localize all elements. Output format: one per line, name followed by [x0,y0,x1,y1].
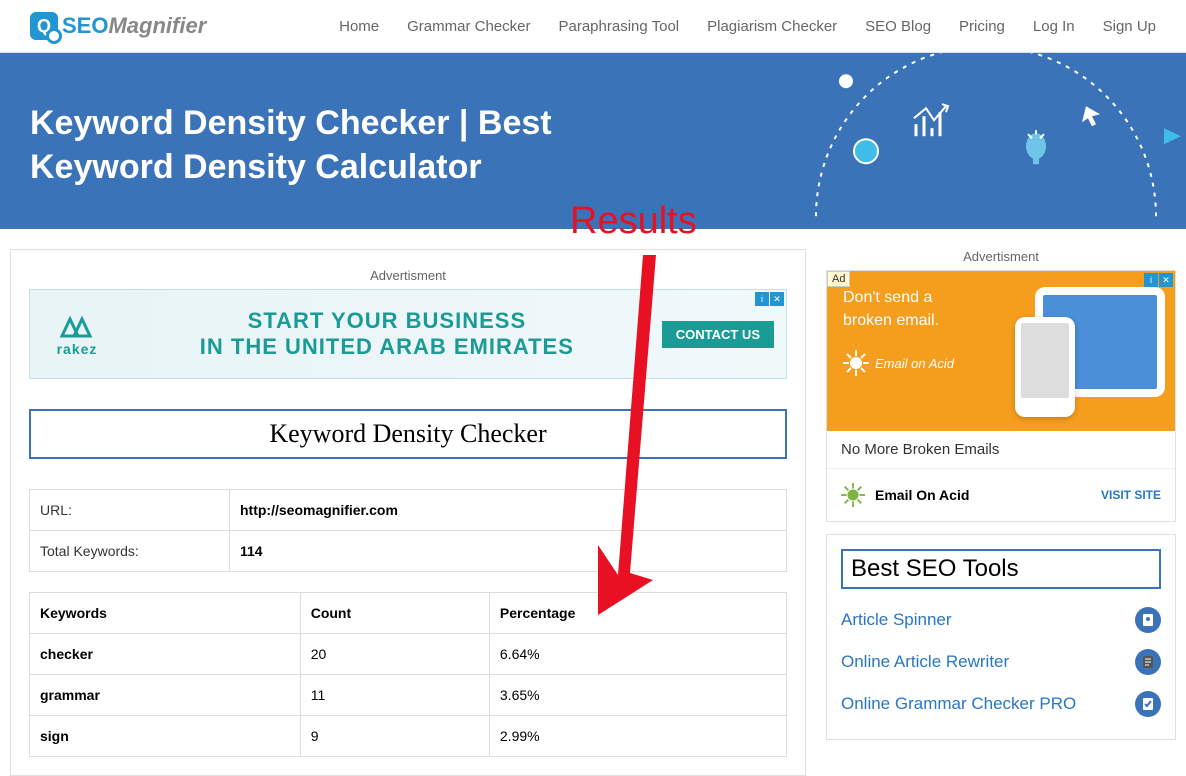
nav-pricing[interactable]: Pricing [959,18,1005,35]
info-row-url: URL: http://seomagnifier.com [30,490,787,531]
col-keywords: Keywords [30,593,301,634]
cell-keyword: checker [30,634,301,675]
tool-link-label: Online Article Rewriter [841,652,1009,672]
logo-seo: SEO [62,13,108,38]
page-title: Keyword Density Checker | Best Keyword D… [30,101,630,189]
table-row: grammar 11 3.65% [30,675,787,716]
cell-percentage: 6.64% [489,634,786,675]
ad-close-icon[interactable]: ✕ [1159,273,1173,287]
ad-brand-inline: Email on Acid [875,356,954,371]
cell-keyword: grammar [30,675,301,716]
cell-percentage: 3.65% [489,675,786,716]
tool-title: Keyword Density Checker [29,409,787,459]
sidebar-ad-headline: Don't send a broken email. [843,287,973,332]
col-percentage: Percentage [489,593,786,634]
main-nav: Home Grammar Checker Paraphrasing Tool P… [339,18,1156,35]
tool-link-label: Online Grammar Checker PRO [841,694,1076,714]
phone-mockup [1015,317,1075,417]
tools-box: Best SEO Tools Article Spinner Online Ar… [826,534,1176,740]
tool-icon [1135,607,1161,633]
tool-link-article-rewriter[interactable]: Online Article Rewriter [841,641,1161,683]
sidebar-ad-brand: Email On Acid [875,487,969,503]
tool-link-grammar-checker[interactable]: Online Grammar Checker PRO [841,683,1161,725]
nav-signup[interactable]: Sign Up [1103,18,1156,35]
device-mockup [1015,287,1165,417]
results-table: Keywords Count Percentage checker 20 6.6… [29,592,787,757]
ad-badge: Ad [827,271,850,287]
tool-icon [1135,649,1161,675]
info-row-total: Total Keywords: 114 [30,531,787,572]
tools-title: Best SEO Tools [841,549,1161,589]
ad-label: Advertisment [29,268,787,283]
nav-seo-blog[interactable]: SEO Blog [865,18,931,35]
rakez-icon [52,311,102,341]
content-area: Advertisment rakez START YOUR BUSINESS I… [0,229,1186,776]
green-splat-icon [841,483,865,507]
table-row: sign 9 2.99% [30,716,787,757]
sidebar-ad-footer: Email On Acid VISIT SITE [827,468,1175,521]
info-value: http://seomagnifier.com [230,490,787,531]
ad-info-icon[interactable]: i [755,292,769,306]
tool-link-label: Article Spinner [841,610,952,630]
splat-icon [843,350,869,376]
ad-close-icon[interactable]: ✕ [770,292,784,306]
nav-plagiarism-checker[interactable]: Plagiarism Checker [707,18,837,35]
cell-count: 9 [300,716,489,757]
ad-banner[interactable]: rakez START YOUR BUSINESS IN THE UNITED … [29,289,787,379]
nav-grammar-checker[interactable]: Grammar Checker [407,18,530,35]
sidebar-ad-creative: Ad i ✕ Don't send a broken email. [827,271,1175,431]
logo-text: SEOMagnifier [62,13,206,39]
sidebar-ad[interactable]: Ad i ✕ Don't send a broken email. [826,270,1176,522]
info-table: URL: http://seomagnifier.com Total Keywo… [29,489,787,572]
nav-home[interactable]: Home [339,18,379,35]
sidebar-ad-brand-row: Email On Acid [841,483,969,507]
visit-site-link[interactable]: VISIT SITE [1101,488,1161,502]
info-value: 114 [230,531,787,572]
nav-paraphrasing-tool[interactable]: Paraphrasing Tool [558,18,679,35]
ad-banner-logo: rakez [42,311,112,357]
tool-icon [1135,691,1161,717]
logo-icon: Q [30,12,58,40]
ad-brand-text: rakez [57,341,98,357]
sidebar-ad-title: No More Broken Emails [827,431,1175,468]
header: Q SEOMagnifier Home Grammar Checker Para… [0,0,1186,53]
table-row: checker 20 6.64% [30,634,787,675]
logo-magnifier: Magnifier [108,13,206,38]
ad-banner-line2: IN THE UNITED ARAB EMIRATES [112,334,662,360]
ad-banner-line1: START YOUR BUSINESS [112,308,662,334]
hero-banner: Keyword Density Checker | Best Keyword D… [0,53,1186,229]
info-label: URL: [30,490,230,531]
logo[interactable]: Q SEOMagnifier [30,12,206,40]
ad-contact-button[interactable]: CONTACT US [662,321,774,348]
cell-count: 20 [300,634,489,675]
sidebar-ad-label: Advertisment [826,249,1176,264]
ad-banner-headline: START YOUR BUSINESS IN THE UNITED ARAB E… [112,308,662,361]
cell-keyword: sign [30,716,301,757]
sidebar: Advertisment Ad i ✕ Don't send a broken … [826,249,1176,776]
tool-link-article-spinner[interactable]: Article Spinner [841,599,1161,641]
sidebar-ad-controls: i ✕ [1144,273,1173,287]
ad-info-icon[interactable]: i [1144,273,1158,287]
ad-controls: i ✕ [755,292,784,306]
cell-percentage: 2.99% [489,716,786,757]
col-count: Count [300,593,489,634]
info-label: Total Keywords: [30,531,230,572]
hero-decoration [786,53,1186,229]
cell-count: 11 [300,675,489,716]
table-header-row: Keywords Count Percentage [30,593,787,634]
main-panel: Advertisment rakez START YOUR BUSINESS I… [10,249,806,776]
nav-login[interactable]: Log In [1033,18,1075,35]
